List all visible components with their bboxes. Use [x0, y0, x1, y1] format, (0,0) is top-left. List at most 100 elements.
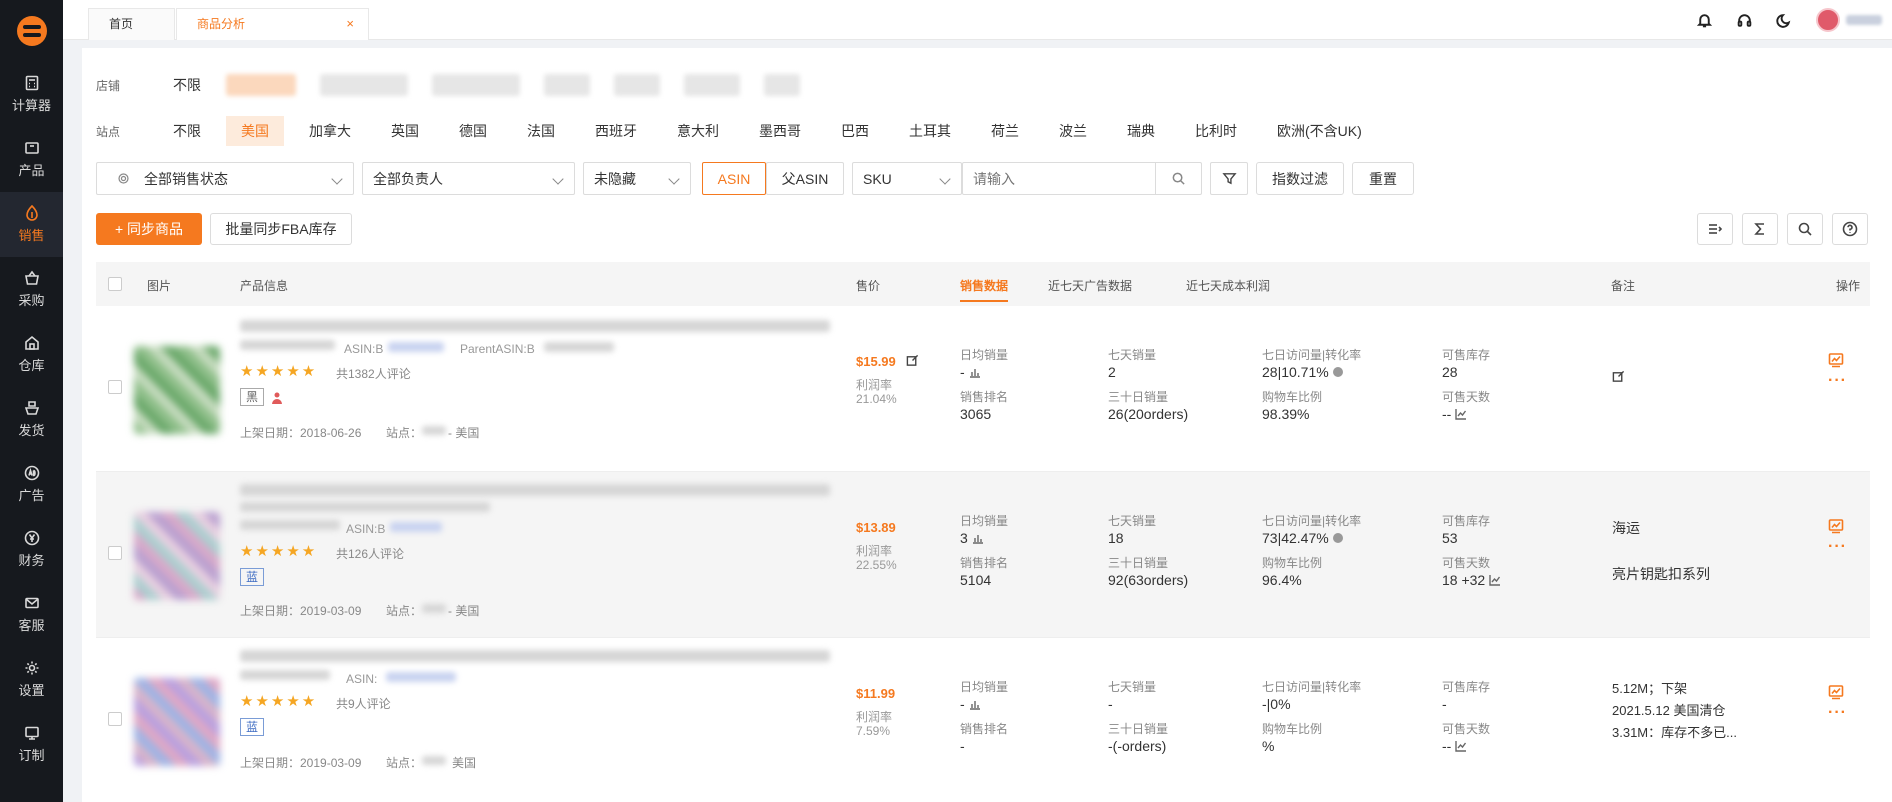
analysis-icon[interactable]: [1828, 684, 1844, 703]
store-option[interactable]: [684, 74, 740, 96]
asin-value[interactable]: [390, 522, 442, 532]
help-button[interactable]: [1832, 213, 1868, 245]
site-option-all[interactable]: 不限: [158, 116, 216, 146]
filter-button[interactable]: [1210, 162, 1248, 195]
sidebar-item-custom[interactable]: 订制: [0, 712, 63, 777]
sidebar-item-finance[interactable]: 财务: [0, 517, 63, 582]
bar-chart-icon[interactable]: [969, 697, 981, 710]
search-field[interactable]: [973, 170, 1153, 187]
info-icon[interactable]: [1332, 367, 1343, 377]
site-option-se[interactable]: 瑞典: [1112, 116, 1170, 146]
product-title-line2[interactable]: [240, 502, 490, 512]
sidebar-item-shipping[interactable]: 发货: [0, 387, 63, 452]
sidebar-item-settings[interactable]: 设置: [0, 647, 63, 712]
site-option-pl[interactable]: 波兰: [1044, 116, 1102, 146]
reset-button[interactable]: 重置: [1352, 162, 1414, 195]
store-option[interactable]: [544, 74, 590, 96]
username[interactable]: [1846, 15, 1882, 25]
store-option[interactable]: [226, 74, 296, 96]
site-option-uk[interactable]: 英国: [376, 116, 434, 146]
product-image[interactable]: [134, 346, 220, 434]
bell-icon[interactable]: [1684, 12, 1724, 29]
site-option-de[interactable]: 德国: [444, 116, 502, 146]
app-logo[interactable]: [0, 0, 63, 62]
row-checkbox[interactable]: [108, 546, 122, 560]
trend-icon[interactable]: [1489, 573, 1501, 586]
parent-asin-toggle[interactable]: 父ASIN: [766, 162, 844, 195]
site-option-be[interactable]: 比利时: [1180, 116, 1252, 146]
avatar[interactable]: [1816, 8, 1840, 32]
site-option-tr[interactable]: 土耳其: [894, 116, 966, 146]
close-icon[interactable]: ×: [346, 9, 354, 39]
trend-icon[interactable]: [1455, 407, 1467, 420]
asin-value[interactable]: [386, 672, 456, 682]
tab-ads-data[interactable]: 近七天广告数据: [1048, 277, 1132, 294]
sum-button[interactable]: [1742, 213, 1778, 245]
store-option-all[interactable]: 不限: [158, 70, 216, 100]
more-icon[interactable]: ···: [1828, 704, 1847, 722]
site-option-ca[interactable]: 加拿大: [294, 116, 366, 146]
product-title[interactable]: [240, 484, 830, 496]
remark-line[interactable]: 2021.5.12 美国清仓: [1612, 700, 1725, 719]
hidden-select[interactable]: 未隐藏: [583, 162, 691, 195]
analysis-icon[interactable]: [1828, 518, 1844, 537]
store-option[interactable]: [320, 74, 408, 96]
index-filter-button[interactable]: 指数过滤: [1256, 162, 1344, 195]
search-icon[interactable]: [1155, 163, 1201, 194]
store-option[interactable]: [764, 74, 800, 96]
analysis-icon[interactable]: [1828, 352, 1844, 371]
sidebar-item-warehouse[interactable]: 仓库: [0, 322, 63, 387]
product-image[interactable]: [134, 678, 220, 766]
store-option[interactable]: [432, 74, 520, 96]
tab-cost-profit[interactable]: 近七天成本利润: [1186, 277, 1270, 294]
remark-line[interactable]: 5.12M；下架: [1612, 678, 1687, 697]
more-icon[interactable]: ···: [1828, 538, 1847, 556]
tab-home[interactable]: 首页: [88, 8, 175, 40]
headset-icon[interactable]: [1724, 12, 1764, 29]
tab-product-analysis[interactable]: 商品分析 ×: [176, 8, 369, 40]
sidebar-item-service[interactable]: 客服: [0, 582, 63, 647]
store-option[interactable]: [614, 74, 660, 96]
edit-icon[interactable]: [906, 354, 919, 370]
row-checkbox[interactable]: [108, 712, 122, 726]
sales-status-select[interactable]: 全部销售状态: [96, 162, 354, 195]
column-settings-button[interactable]: [1697, 213, 1733, 245]
select-all-checkbox[interactable]: [108, 277, 122, 291]
row-checkbox[interactable]: [108, 380, 122, 394]
asin-text[interactable]: ASIN:: [346, 672, 377, 686]
remark-line[interactable]: 海运: [1612, 518, 1640, 538]
moon-icon[interactable]: [1764, 12, 1804, 29]
search-button[interactable]: [1787, 213, 1823, 245]
sidebar-item-sales[interactable]: 销售: [0, 192, 63, 257]
sidebar-item-purchase[interactable]: 采购: [0, 257, 63, 322]
tab-sales-data[interactable]: 销售数据: [960, 277, 1009, 302]
site-option-br[interactable]: 巴西: [826, 116, 884, 146]
asin-toggle[interactable]: ASIN: [702, 162, 766, 195]
edit-remark-icon[interactable]: [1612, 370, 1625, 386]
site-option-fr[interactable]: 法国: [512, 116, 570, 146]
remark-line[interactable]: 亮片钥匙扣系列: [1612, 564, 1710, 584]
site-option-es[interactable]: 西班牙: [580, 116, 652, 146]
asin-value[interactable]: [388, 342, 444, 352]
product-image[interactable]: [134, 512, 220, 600]
bar-chart-icon[interactable]: [969, 365, 981, 378]
bar-chart-icon[interactable]: [972, 531, 984, 544]
asin-text[interactable]: ASIN:B: [346, 522, 385, 536]
sidebar-item-calculator[interactable]: 计算器: [0, 62, 63, 127]
product-title[interactable]: [240, 320, 830, 332]
parent-asin-text[interactable]: ParentASIN:B: [460, 342, 535, 356]
more-icon[interactable]: ···: [1828, 372, 1847, 390]
owner-select[interactable]: 全部负责人: [362, 162, 575, 195]
parent-asin-value[interactable]: [544, 342, 614, 352]
sidebar-item-ads[interactable]: 广告: [0, 452, 63, 517]
remark-line[interactable]: 3.31M：库存不多已...: [1612, 722, 1737, 741]
site-option-nl[interactable]: 荷兰: [976, 116, 1034, 146]
site-option-it[interactable]: 意大利: [662, 116, 734, 146]
site-option-eu[interactable]: 欧洲(不含UK): [1262, 116, 1377, 146]
sidebar-item-product[interactable]: 产品: [0, 127, 63, 192]
trend-icon[interactable]: [1455, 739, 1467, 752]
batch-sync-fba-button[interactable]: 批量同步FBA库存: [210, 213, 352, 245]
sku-select[interactable]: SKU: [852, 162, 962, 195]
sync-products-button[interactable]: + 同步商品: [96, 213, 202, 245]
search-input[interactable]: [962, 162, 1202, 195]
